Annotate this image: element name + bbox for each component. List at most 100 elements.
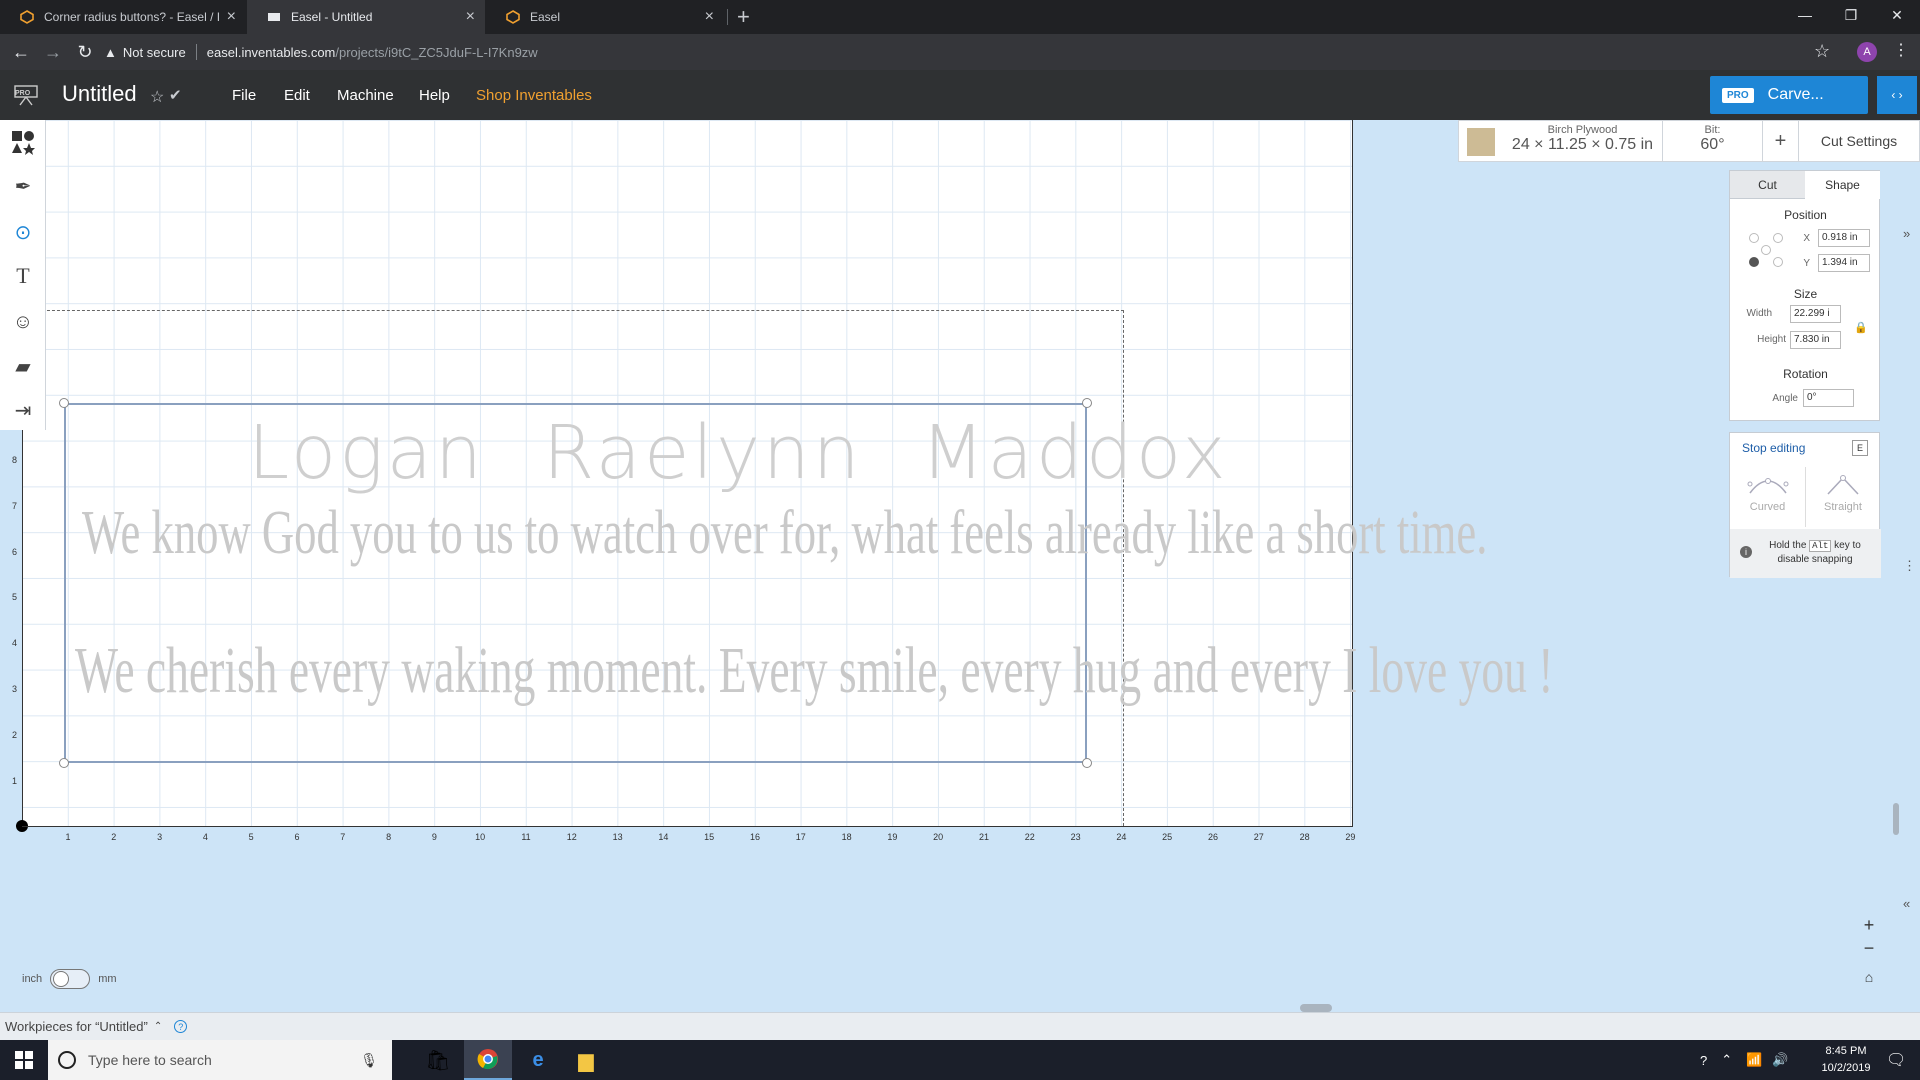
carve-button[interactable]: PRO Carve...	[1710, 76, 1868, 114]
stop-editing-link[interactable]: Stop editing	[1742, 441, 1805, 455]
icons-tool-icon[interactable]: ☺	[0, 302, 46, 342]
chrome-icon[interactable]	[464, 1040, 512, 1080]
restore-icon[interactable]: ❐	[1828, 0, 1874, 30]
anchor-top-left[interactable]	[1749, 233, 1759, 243]
menu-file[interactable]: File	[232, 87, 256, 104]
lock-aspect-icon[interactable]: 🔒	[1854, 321, 1868, 334]
document-title[interactable]: Untitled	[62, 81, 137, 107]
resize-handle-top-left[interactable]	[59, 398, 69, 408]
browser-tab-forum[interactable]: Corner radius buttons? - Easel / I ×	[0, 0, 246, 34]
minimize-icon[interactable]: —	[1782, 0, 1828, 30]
file-explorer-icon[interactable]: ▆	[562, 1040, 610, 1080]
volume-icon[interactable]: 🔊	[1772, 1052, 1788, 1068]
taskbar-search[interactable]: Type here to search 🎙	[48, 1040, 392, 1080]
tab-close-icon[interactable]: ×	[227, 8, 236, 26]
bookmark-star-icon[interactable]: ☆	[1814, 41, 1830, 62]
horizontal-ruler-line	[22, 826, 1353, 827]
import-tool-icon[interactable]: ⇥	[0, 390, 46, 430]
windows-start-icon[interactable]	[0, 1040, 48, 1080]
add-bit-icon[interactable]: +	[1763, 121, 1799, 161]
anchor-bottom-left[interactable]	[1749, 257, 1759, 267]
height-input[interactable]: 7.830 in	[1790, 331, 1841, 349]
zoom-in-icon[interactable]: +	[1858, 914, 1880, 936]
anchor-center[interactable]	[1761, 245, 1771, 255]
profile-avatar[interactable]: A	[1857, 42, 1877, 62]
menu-help[interactable]: Help	[419, 87, 450, 104]
more-options-icon[interactable]: ⋮	[1903, 558, 1916, 574]
material-selector[interactable]: Birch Plywood 24 × 11.25 × 0.75 in	[1503, 121, 1663, 161]
favorite-star-icon[interactable]: ☆	[150, 87, 164, 107]
unit-switch[interactable]	[50, 969, 91, 989]
resize-handle-bottom-right[interactable]	[1082, 758, 1092, 768]
vertical-scrollbar[interactable]	[1893, 803, 1899, 835]
material-bar: Birch Plywood 24 × 11.25 × 0.75 in Bit: …	[1458, 120, 1920, 162]
material-swatch[interactable]	[1467, 128, 1495, 156]
apps-tool-icon[interactable]: ▰	[0, 346, 46, 386]
tab-cut[interactable]: Cut	[1730, 171, 1805, 199]
network-icon[interactable]: 📶	[1746, 1052, 1762, 1068]
easel-favicon-icon	[20, 10, 34, 24]
width-input[interactable]: 22.299 i	[1790, 305, 1841, 323]
workpieces-bar[interactable]: Workpieces for “Untitled” ⌃ ?	[0, 1012, 1920, 1040]
browser-tab-easel[interactable]: Easel ×	[486, 0, 724, 34]
edge-icon[interactable]: e	[514, 1040, 562, 1080]
store-icon[interactable]: 🛍	[414, 1040, 462, 1080]
chevron-up-icon[interactable]: ⌃	[154, 1021, 162, 1032]
browser-menu-icon[interactable]: ⋮	[1893, 40, 1909, 60]
design-canvas[interactable]: Logan Raelynn Maddox We know God you to us…	[0, 120, 1553, 842]
clock-time: 8:45 PM	[1825, 1045, 1867, 1057]
cut-settings-button[interactable]: Cut Settings	[1799, 121, 1919, 161]
text-tool-icon[interactable]: T	[0, 256, 46, 296]
address-bar[interactable]: ▲ Not secure easel.inventables.com/proje…	[104, 38, 1804, 66]
resize-handle-bottom-left[interactable]	[59, 758, 69, 768]
help-tray-icon[interactable]: ?	[1700, 1053, 1707, 1068]
horizontal-scrollbar[interactable]	[1300, 1004, 1332, 1012]
zoom-home-icon[interactable]: ⌂	[1858, 966, 1880, 988]
reload-icon[interactable]: ↻	[70, 34, 100, 70]
tab-shape[interactable]: Shape	[1805, 171, 1880, 199]
bit-value: 60°	[1700, 136, 1725, 153]
bit-selector[interactable]: Bit: 60°	[1663, 121, 1763, 161]
ruler-x-tick: 21	[978, 832, 990, 842]
straight-node-button[interactable]: Straight	[1805, 467, 1880, 527]
verse-line-1[interactable]: We know God you to us to watch over for,…	[82, 498, 1487, 569]
taskbar-clock[interactable]: 8:45 PM 10/2/2019	[1806, 1043, 1886, 1077]
names-text[interactable]: Logan Raelynn Maddox	[248, 410, 1287, 496]
unit-inch-label: inch	[22, 973, 43, 985]
y-input[interactable]: 1.394 in	[1818, 254, 1870, 272]
menu-edit[interactable]: Edit	[284, 87, 310, 104]
window-close-icon[interactable]: ✕	[1874, 0, 1920, 30]
help-icon[interactable]: ?	[174, 1020, 188, 1033]
pen-tool-icon[interactable]: ✒	[0, 166, 46, 206]
angle-label: Angle	[1772, 393, 1798, 404]
ruler-x-tick: 19	[887, 832, 898, 842]
notifications-icon[interactable]: 🗨	[1886, 1050, 1906, 1070]
angle-input[interactable]: 0°	[1803, 389, 1854, 407]
curved-node-button[interactable]: Curved	[1730, 467, 1805, 527]
zoom-out-icon[interactable]: −	[1858, 937, 1880, 959]
back-icon[interactable]: ←	[6, 34, 36, 70]
anchor-bottom-right[interactable]	[1773, 257, 1783, 267]
verse-line-2[interactable]: We cherish every waking moment. Every sm…	[75, 633, 1553, 709]
menu-shop-inventables[interactable]: Shop Inventables	[476, 87, 592, 104]
menu-machine[interactable]: Machine	[337, 87, 394, 104]
forward-icon[interactable]: →	[38, 34, 68, 70]
shapes-tool-icon[interactable]	[0, 122, 46, 162]
expand-preview-icon[interactable]: ‹ ›	[1877, 76, 1917, 114]
point-tool-icon[interactable]: ⊙	[0, 212, 46, 252]
microphone-icon[interactable]: 🎙	[360, 1052, 378, 1069]
show-hidden-icons-icon[interactable]: ⌃	[1721, 1052, 1732, 1068]
resize-handle-top-right[interactable]	[1082, 398, 1092, 408]
tab-close-icon[interactable]: ×	[705, 8, 714, 26]
x-input[interactable]: 0.918 in	[1818, 229, 1870, 247]
expand-panel-icon[interactable]: «	[1903, 896, 1910, 911]
tab-close-icon[interactable]: ×	[466, 8, 475, 26]
anchor-top-right[interactable]	[1773, 233, 1783, 243]
collapse-panel-icon[interactable]: »	[1903, 226, 1910, 241]
new-tab-icon[interactable]: +	[737, 4, 750, 30]
browser-tab-easel-untitled[interactable]: Easel - Untitled ×	[247, 0, 485, 34]
carve-label: Carve...	[1767, 86, 1824, 103]
unit-toggle[interactable]: inch mm	[22, 969, 117, 989]
ruler-x-tick: 6	[294, 832, 300, 842]
ruler-x-tick: 5	[248, 832, 254, 842]
